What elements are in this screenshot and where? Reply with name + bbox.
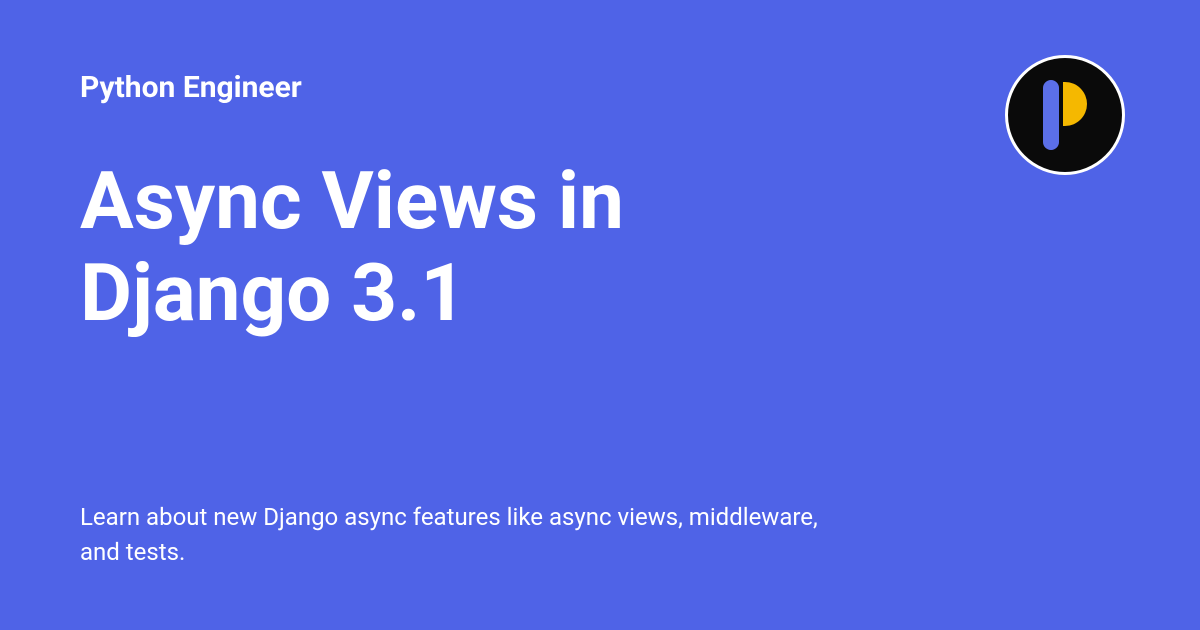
site-logo xyxy=(1005,55,1125,175)
article-title: Async Views in Django 3.1 xyxy=(80,155,880,500)
logo-icon xyxy=(1035,80,1095,150)
logo-bar-shape xyxy=(1043,80,1059,150)
site-name: Python Engineer xyxy=(80,70,1120,105)
logo-semicircle-shape xyxy=(1063,82,1087,126)
article-description: Learn about new Django async features li… xyxy=(80,500,860,570)
